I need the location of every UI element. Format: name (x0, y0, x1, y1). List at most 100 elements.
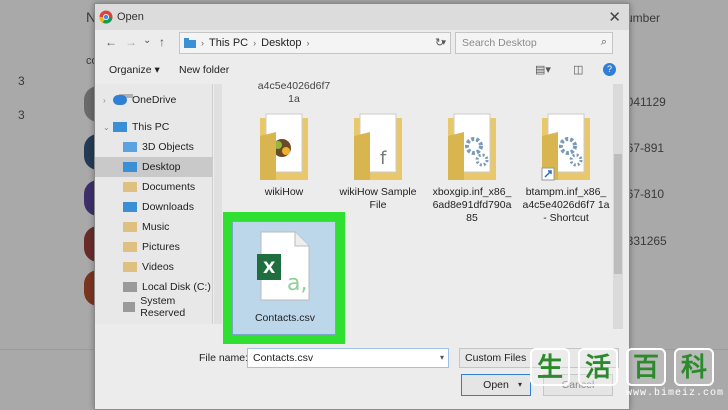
watermark-url: www.bimeiz.com (625, 388, 724, 399)
file-item[interactable]: btampm.inf_x86_ a4c5e4026d6f7 1a - Short… (521, 112, 611, 225)
clipped-file-label: a4c5e4026d6f7 1a (257, 80, 331, 105)
file-item[interactable]: xboxgip.inf_x86_ 6ad8e91dfd790a 85 (427, 112, 517, 225)
search-placeholder: Search Desktop (462, 37, 537, 49)
chevron-down-icon[interactable]: ▾ (440, 353, 444, 362)
expand-chevron-icon: › (103, 95, 106, 105)
pc-icon (113, 122, 127, 132)
sidebar-scrollbar[interactable] (214, 84, 222, 324)
disk-icon (123, 302, 136, 312)
sidebar-item-label: Desktop (142, 161, 181, 173)
help-icon[interactable]: ? (603, 63, 616, 76)
close-button[interactable]: ✕ (608, 8, 621, 26)
sidebar-item-label: OneDrive (132, 94, 177, 106)
sidebar-item-label: Music (142, 221, 170, 233)
bg-number: 3 (18, 108, 25, 122)
watermark-logo: 生 活 百 科 (530, 348, 728, 386)
folder-document-icon: f (354, 113, 402, 180)
bg-header-number: umber (626, 11, 661, 25)
file-name-value: Contacts.csv (253, 352, 314, 364)
back-arrow-icon[interactable]: ← (105, 35, 117, 49)
sidebar-item-label: Documents (142, 181, 196, 193)
downloads-icon (123, 202, 137, 212)
folder-wikihow-icon (260, 113, 308, 180)
open-button-label: Open (483, 379, 509, 391)
file-name: btampm.inf_x86_ a4c5e4026d6f7 1a - Short… (522, 186, 610, 224)
watermark-char: 活 (578, 348, 618, 386)
chevron-right-icon: › (306, 38, 310, 48)
file-item[interactable]: wikiHow (239, 112, 329, 199)
address-bar[interactable]: › This PC › Desktop › ▾ (179, 32, 451, 54)
watermark: 生 活 百 科 www.bimeiz.com (530, 348, 728, 410)
selected-file-item[interactable]: X a, Contacts.csv (232, 221, 336, 335)
file-name-field[interactable]: Contacts.csv ▾ (247, 348, 449, 368)
forward-arrow-icon[interactable]: → (125, 35, 137, 49)
watermark-char: 百 (626, 348, 666, 386)
view-options-icon[interactable]: ▤▾ (535, 63, 551, 76)
sidebar-item-system-reserved[interactable]: System Reserved (95, 295, 213, 319)
sidebar-item-label: Pictures (142, 241, 180, 253)
svg-text:f: f (380, 148, 387, 169)
music-icon (123, 222, 137, 232)
sidebar-item-documents[interactable]: Documents (95, 177, 213, 197)
sidebar-item-label: This PC (132, 121, 170, 133)
dialog-title: Open (117, 11, 144, 23)
watermark-char: 科 (674, 348, 714, 386)
search-icon: ⌕ (600, 36, 607, 48)
file-name: wikiHow (264, 186, 304, 198)
folder-settings-icon (448, 113, 496, 180)
chrome-icon (99, 10, 113, 24)
expand-chevron-icon: ⌄ (103, 122, 110, 132)
navigation-pane: › OneDrive ⌄ This PC 3D Objects Desktop … (95, 84, 213, 324)
sidebar-item-desktop[interactable]: Desktop (95, 157, 213, 177)
documents-icon (123, 182, 137, 192)
sidebar-item-this-pc[interactable]: ⌄ This PC (95, 117, 213, 137)
organize-button[interactable]: Organize ▾ (109, 64, 160, 76)
selected-file-name: Contacts.csv (254, 312, 316, 324)
pictures-icon (123, 242, 137, 252)
selected-file-highlight: X a, Contacts.csv (223, 212, 345, 344)
onedrive-icon (113, 95, 127, 105)
svg-text:a,: a, (287, 271, 307, 296)
disk-icon (123, 282, 137, 292)
csv-file-icon: X a, (257, 231, 310, 301)
breadcrumb-desktop[interactable]: Desktop (261, 37, 301, 49)
watermark-char: 生 (530, 348, 570, 386)
desktop-folder-icon (123, 162, 137, 172)
file-name: wikiHow Sample File (339, 186, 417, 211)
preview-pane-icon[interactable]: ◫ (573, 63, 583, 76)
chevron-right-icon: › (253, 38, 257, 48)
sidebar-item-onedrive[interactable]: › OneDrive (95, 90, 213, 110)
sidebar-item-music[interactable]: Music (95, 217, 213, 237)
videos-icon (123, 262, 137, 272)
sidebar-item-3d-objects[interactable]: 3D Objects (95, 137, 213, 157)
pc-folder-icon (184, 38, 196, 48)
recent-dropdown-icon[interactable]: ⌄ (143, 35, 151, 46)
sidebar-item-label: 3D Objects (142, 141, 194, 153)
sidebar-item-label: Downloads (142, 201, 194, 213)
dialog-titlebar: Open ✕ (95, 4, 629, 30)
file-list-scrollbar[interactable] (613, 84, 623, 329)
sidebar-item-label: System Reserved (140, 295, 186, 319)
bg-number: 3 (18, 74, 25, 88)
refresh-icon[interactable]: ↻ (435, 36, 444, 49)
navigation-bar: ← → ⌄ ↑ › This PC › Desktop › ▾ ↻ Search… (95, 32, 629, 56)
folder-shortcut-icon (541, 113, 590, 181)
toolbar: Organize ▾ New folder ▤▾ ◫ ? (95, 59, 629, 83)
sidebar-item-pictures[interactable]: Pictures (95, 237, 213, 257)
new-folder-button[interactable]: New folder (179, 64, 229, 76)
sidebar-item-videos[interactable]: Videos (95, 257, 213, 277)
scrollbar-thumb[interactable] (614, 154, 622, 274)
folder-3d-icon (123, 142, 137, 152)
file-type-value: Custom Files (465, 352, 527, 364)
breadcrumb-this-pc[interactable]: This PC (209, 37, 248, 49)
svg-text:X: X (263, 258, 276, 277)
file-name: xboxgip.inf_x86_ 6ad8e91dfd790a 85 (432, 186, 512, 224)
file-name-label: File name: (199, 352, 249, 364)
sidebar-item-local-disk[interactable]: Local Disk (C:) (95, 277, 213, 297)
file-item[interactable]: f wikiHow Sample File (333, 112, 423, 212)
sidebar-item-downloads[interactable]: Downloads (95, 197, 213, 217)
search-input[interactable]: Search Desktop ⌕ (455, 32, 613, 54)
chevron-right-icon: › (201, 38, 204, 48)
up-arrow-icon[interactable]: ↑ (159, 35, 165, 49)
sidebar-item-label: Local Disk (C:) (142, 281, 211, 293)
